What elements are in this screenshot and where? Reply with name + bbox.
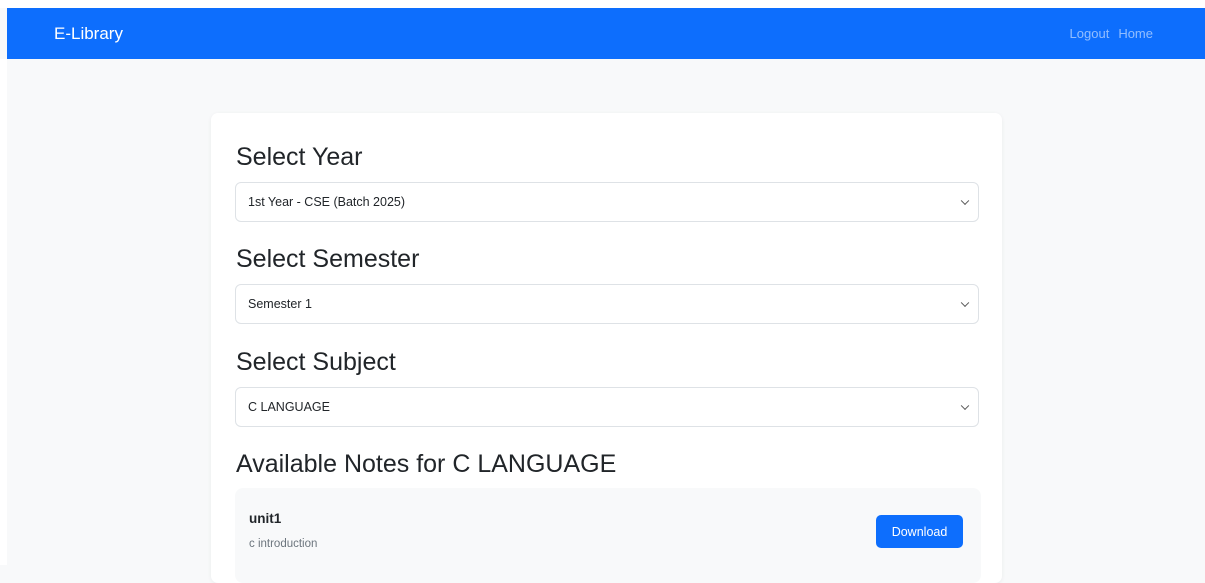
selection-card: Select Year 1st Year - CSE (Batch 2025) … — [211, 113, 1002, 583]
navbar: E-Library Logout Home — [7, 8, 1205, 59]
left-strip — [0, 59, 7, 565]
nav-links: Logout Home — [1070, 26, 1153, 41]
subject-select-value: C LANGUAGE — [248, 400, 330, 414]
semester-select[interactable]: Semester 1 — [235, 284, 979, 324]
semester-select-value: Semester 1 — [248, 297, 312, 311]
select-semester-heading: Select Semester — [236, 245, 420, 273]
select-year-heading: Select Year — [236, 143, 363, 171]
chevron-down-icon — [960, 196, 970, 206]
page-top-strip — [0, 0, 1205, 8]
note-item: unit1 c introduction Download — [235, 488, 981, 583]
note-title: unit1 — [249, 511, 282, 526]
logout-link[interactable]: Logout — [1070, 26, 1110, 41]
home-link[interactable]: Home — [1118, 26, 1153, 41]
available-notes-heading: Available Notes for C LANGUAGE — [236, 450, 617, 478]
brand-logo-text[interactable]: E-Library — [54, 24, 123, 44]
chevron-down-icon — [960, 401, 970, 411]
year-select-value: 1st Year - CSE (Batch 2025) — [248, 195, 406, 209]
chevron-down-icon — [960, 298, 970, 308]
select-subject-heading: Select Subject — [236, 348, 396, 376]
subject-select[interactable]: C LANGUAGE — [235, 387, 979, 427]
note-description: c introduction — [249, 538, 318, 550]
download-button[interactable]: Download — [876, 515, 963, 548]
year-select[interactable]: 1st Year - CSE (Batch 2025) — [235, 182, 979, 222]
